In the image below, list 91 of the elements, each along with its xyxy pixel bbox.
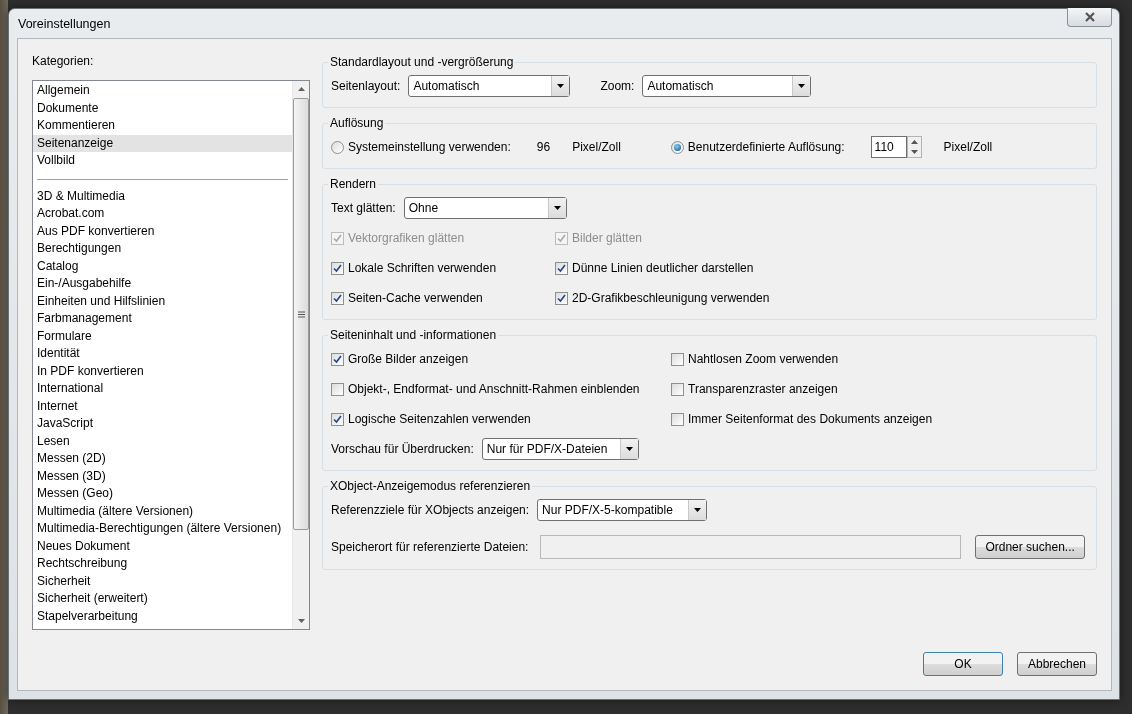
field-label: Seitenlayout: — [331, 79, 401, 93]
category-item[interactable]: Messen (2D) — [33, 450, 292, 468]
checkbox-label: Bilder glätten — [572, 231, 643, 245]
category-item[interactable]: Acrobat.com — [33, 205, 292, 223]
checkbox-label: Immer Seitenformat des Dokuments anzeigen — [688, 412, 933, 426]
checkbox[interactable] — [331, 291, 344, 305]
caret-icon — [547, 198, 566, 218]
category-item[interactable]: Lesen — [33, 432, 292, 450]
group-title: Auflösung — [329, 116, 385, 130]
field-label: Speicherort für referenzierte Dateien: — [331, 540, 529, 554]
category-item[interactable]: Formulare — [33, 327, 292, 345]
checkbox[interactable] — [555, 291, 568, 305]
checkbox[interactable] — [331, 261, 344, 275]
category-item[interactable]: Seitenanzeige — [33, 134, 292, 152]
category-item[interactable]: Stapelverarbeitung — [33, 607, 292, 625]
category-item[interactable]: Kommentieren — [33, 117, 292, 135]
dialog-button[interactable]: Abbrechen — [1017, 652, 1097, 676]
checkbox-label: Seiten-Cache verwenden — [348, 291, 483, 305]
caret-icon — [688, 500, 707, 520]
category-item[interactable]: Aus PDF konvertieren — [33, 222, 292, 240]
category-item[interactable]: Neues Dokument — [33, 537, 292, 555]
checkbox-label: Logische Seitenzahlen verwenden — [348, 412, 531, 426]
category-item[interactable]: Rechtschreibung — [33, 555, 292, 573]
caret-icon — [792, 76, 811, 96]
category-item[interactable]: 3D & Multimedia — [33, 187, 292, 205]
checkbox-label: Objekt-, Endformat- und Anschnitt-Rahmen einblenden — [348, 382, 640, 396]
checkbox[interactable] — [671, 352, 684, 366]
checkbox[interactable] — [555, 261, 568, 275]
category-item[interactable]: Messen (Geo) — [33, 485, 292, 503]
checkbox[interactable] — [671, 412, 684, 426]
close-button[interactable] — [1067, 8, 1112, 27]
dropdown[interactable]: Nur für PDF/X-Dateien — [481, 438, 639, 460]
category-item[interactable]: Farbmanagement — [33, 310, 292, 328]
dialog-button[interactable]: OK — [923, 652, 1003, 676]
category-item[interactable]: Allgemein — [33, 82, 292, 100]
close-icon — [1083, 12, 1096, 22]
checkbox-label: Lokale Schriften verwenden — [348, 261, 497, 275]
category-item[interactable]: Catalog — [33, 257, 292, 275]
category-item[interactable]: Berechtigungen — [33, 240, 292, 258]
value-text: 96 — [536, 140, 551, 154]
category-item[interactable]: Multimedia-Berechtigungen (ältere Versionen) — [33, 520, 292, 538]
category-item[interactable]: In PDF konvertieren — [33, 362, 292, 380]
checkbox-label: Transparenzraster anzeigen — [688, 382, 838, 396]
radio-label: Systemeinstellung verwenden: — [348, 140, 511, 154]
category-item[interactable]: Vollbild — [33, 152, 292, 170]
category-item[interactable]: Dokumente — [33, 99, 292, 117]
window-title: Voreinstellungen — [17, 16, 111, 31]
field-label: Text glätten: — [331, 201, 396, 215]
group-title: Seiteninhalt und -informationen — [329, 328, 498, 342]
caret-icon — [551, 76, 570, 96]
list-label: Kategorien: — [32, 53, 95, 68]
category-item[interactable]: JavaScript — [33, 415, 292, 433]
scrollbar[interactable] — [292, 81, 309, 629]
checkbox[interactable] — [671, 382, 684, 396]
caret-icon — [619, 439, 638, 459]
category-item[interactable]: International — [33, 380, 292, 398]
field-label: Referenzziele für XObjects anzeigen: — [331, 503, 530, 517]
radio-button[interactable] — [331, 140, 344, 154]
number-field[interactable]: 110 — [870, 136, 907, 158]
scroll-thumb[interactable] — [293, 98, 309, 530]
dropdown[interactable]: Automatisch — [642, 75, 812, 97]
browse-button[interactable]: Ordner suchen... — [975, 535, 1085, 559]
category-item[interactable]: Messen (3D) — [33, 467, 292, 485]
category-item[interactable]: Multimedia (ältere Versionen) — [33, 502, 292, 520]
group-title: Rendern — [329, 177, 378, 191]
checkbox[interactable] — [331, 382, 344, 396]
category-item[interactable]: Sicherheit — [33, 572, 292, 590]
category-item[interactable]: Ein-/Ausgabehilfe — [33, 275, 292, 293]
value-text: Pixel/Zoll — [943, 140, 993, 154]
field-label: Vorschau für Überdrucken: — [331, 442, 474, 456]
radio-label: Benutzerdefinierte Auflösung: — [687, 140, 845, 154]
checkbox-label: 2D-Grafikbeschleunigung verwenden — [572, 291, 770, 305]
group-title: XObject-Anzeigemodus referenzieren — [329, 479, 532, 493]
category-item[interactable]: Internet — [33, 397, 292, 415]
category-item[interactable]: Einheiten und Hilfslinien — [33, 292, 292, 310]
field-label: Zoom: — [600, 79, 635, 93]
checkbox-label: Nahtlosen Zoom verwenden — [688, 352, 839, 366]
checkbox-label: Dünne Linien deutlicher darstellen — [572, 261, 754, 275]
radio-button[interactable] — [670, 140, 684, 154]
checkbox[interactable] — [331, 352, 344, 366]
category-item[interactable]: Identität — [33, 345, 292, 363]
checkbox[interactable] — [331, 412, 344, 426]
checkbox-label: Große Bilder anzeigen — [348, 352, 469, 366]
value-text: Pixel/Zoll — [572, 140, 621, 154]
dropdown[interactable]: Nur PDF/X-5-kompatible — [537, 499, 708, 521]
category-item[interactable]: Sicherheit (erweitert) — [33, 590, 292, 608]
dropdown[interactable]: Automatisch — [408, 75, 571, 97]
grip-icon — [297, 310, 305, 318]
group-title: Standardlayout und -vergrößerung — [329, 55, 515, 69]
checkbox-label: Vektorgrafiken glätten — [348, 231, 465, 245]
dropdown[interactable]: Ohne — [403, 197, 567, 219]
